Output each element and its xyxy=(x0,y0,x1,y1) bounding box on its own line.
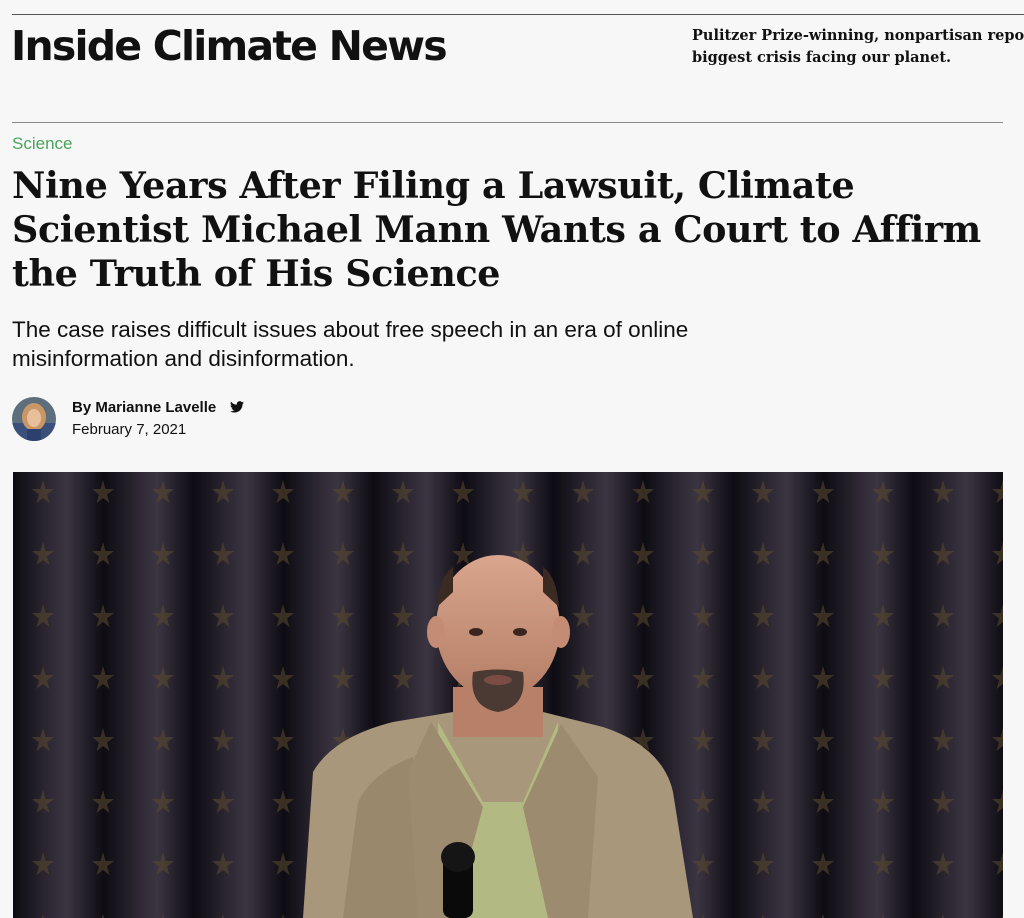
author-link[interactable]: By Marianne Lavelle xyxy=(72,399,216,416)
top-rule xyxy=(12,14,1024,15)
author-avatar[interactable] xyxy=(12,397,56,441)
section-rule xyxy=(12,122,1003,123)
author-byline: By Marianne Lavelle xyxy=(72,399,245,416)
site-logo[interactable]: Inside Climate News xyxy=(11,22,448,70)
category-link[interactable]: Science xyxy=(12,134,72,154)
article-dek: The case raises difficult issues about f… xyxy=(12,317,689,371)
site-tagline: Pulitzer Prize-winning, nonpartisan repo… xyxy=(692,25,1024,69)
tagline-line-2: biggest crisis facing our planet. xyxy=(692,49,952,66)
lead-photo xyxy=(13,472,1003,918)
tagline-line-1: Pulitzer Prize-winning, nonpartisan repo… xyxy=(692,27,1024,44)
publish-date: February 7, 2021 xyxy=(72,421,187,438)
article-headline: Nine Years After Filing a Lawsuit, Clima… xyxy=(12,164,981,295)
twitter-icon[interactable] xyxy=(230,400,245,413)
